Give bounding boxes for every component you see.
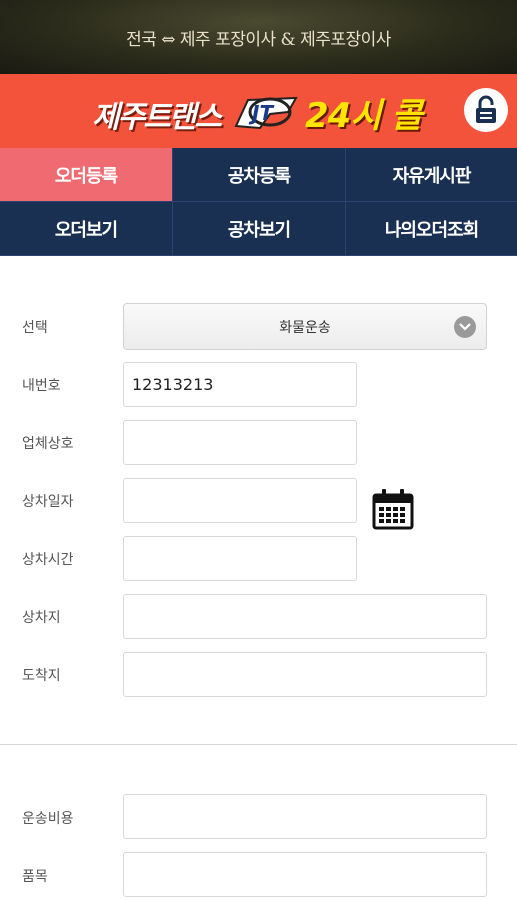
load-time-input[interactable] (123, 536, 357, 581)
section-divider (0, 744, 517, 745)
company-label: 업체상호 (22, 436, 74, 452)
transport-type-value: 화물운송 (279, 319, 331, 336)
top-banner: 전국 ⇔ 제주 포장이사 & 제주포장이사 (0, 0, 517, 74)
company-input[interactable] (123, 420, 357, 465)
brand-call-text: 24시 콜 (305, 96, 423, 136)
phone-value: 12313213 (132, 375, 214, 394)
load-time-label: 상차시간 (22, 552, 74, 568)
banner-text: 전국 ⇔ 제주 포장이사 & 제주포장이사 (126, 29, 391, 50)
fee-label: 운송비용 (22, 811, 74, 827)
destination-label: 도착지 (22, 668, 61, 684)
load-date-label: 상차일자 (22, 494, 74, 510)
fee-input[interactable] (123, 794, 487, 839)
phone-label: 내번호 (22, 378, 61, 394)
select-label: 선택 (22, 320, 48, 336)
brand-name: 제주트랜스 (92, 100, 222, 135)
item-input[interactable] (123, 852, 487, 897)
brand-logo-text: JT (248, 101, 274, 125)
item-label: 품목 (22, 869, 48, 885)
nav-empty-truck-register[interactable]: 공차등록 (173, 148, 346, 202)
chevron-down-icon (454, 316, 476, 338)
nav-my-order-lookup[interactable]: 나의오더조회 (346, 202, 517, 256)
origin-input[interactable] (123, 594, 487, 639)
transport-type-select[interactable]: 화물운송 (123, 303, 487, 350)
destination-input[interactable] (123, 652, 487, 697)
load-date-input[interactable] (123, 478, 357, 523)
nav-empty-truck-view[interactable]: 공차보기 (173, 202, 346, 256)
nav-order-register[interactable]: 오더등록 (0, 148, 173, 202)
origin-label: 상차지 (22, 610, 61, 626)
lock-button[interactable] (464, 88, 508, 132)
nav-free-board[interactable]: 자유게시판 (346, 148, 517, 202)
nav-order-view[interactable]: 오더보기 (0, 202, 173, 256)
calendar-icon[interactable] (371, 488, 415, 530)
phone-input[interactable]: 12313213 (123, 362, 357, 407)
brand-logo-icon: JT (234, 96, 298, 130)
lock-icon (476, 95, 496, 123)
main-nav: 오더등록 공차등록 자유게시판 오더보기 공차보기 나의오더조회 (0, 148, 517, 256)
brand-bar: 제주트랜스 JT 24시 콜 (0, 74, 517, 148)
